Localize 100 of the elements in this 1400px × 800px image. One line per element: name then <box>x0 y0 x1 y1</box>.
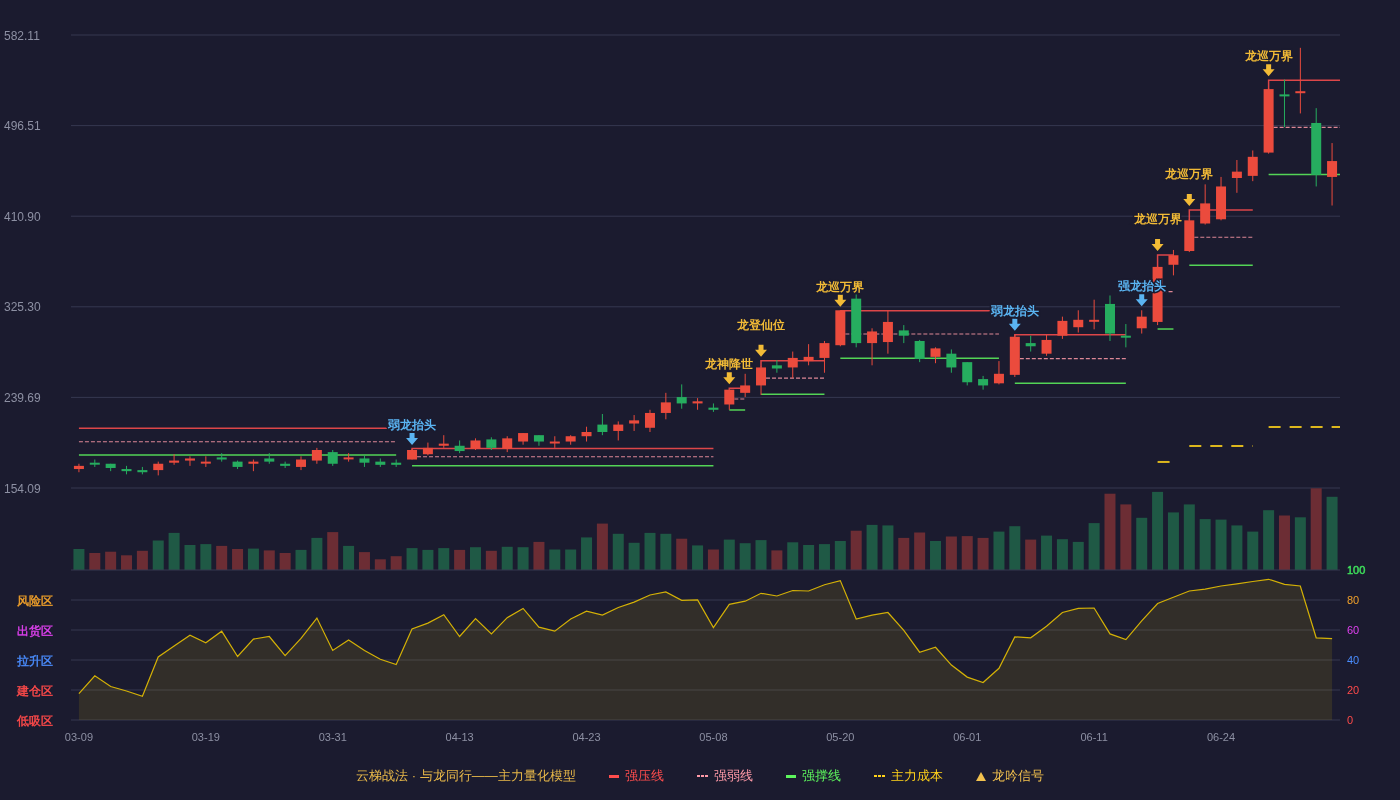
volume-bar <box>168 532 180 570</box>
signal-label: 龙巡万界 <box>1165 166 1214 181</box>
candlestick <box>486 436 497 451</box>
volume-bar <box>1072 541 1084 570</box>
volume-bar <box>1025 539 1037 570</box>
volume-bar <box>247 548 259 570</box>
candlestick <box>73 463 84 473</box>
volume-bar <box>311 537 323 570</box>
candlestick <box>407 448 418 460</box>
weak-line <box>1273 126 1341 128</box>
candlestick <box>787 351 798 379</box>
volume-bar <box>644 532 656 570</box>
candlestick <box>867 327 878 366</box>
support-line <box>1156 328 1175 330</box>
weak-line <box>733 398 746 400</box>
axis-label: 410.90 <box>4 209 41 224</box>
volume-bar <box>676 538 688 570</box>
volume-bar <box>390 556 402 570</box>
candlestick <box>454 439 465 454</box>
candlestick <box>978 375 989 391</box>
candlestick <box>1327 142 1338 206</box>
volume-bar <box>692 545 704 570</box>
axis-label: 582.11 <box>4 28 40 43</box>
candlestick <box>137 466 148 475</box>
candlestick <box>1025 335 1036 353</box>
candlestick <box>756 365 766 396</box>
volume-bar <box>358 552 370 570</box>
axis-label: 80 <box>1347 594 1360 606</box>
candlestick <box>1105 294 1115 342</box>
volume-bar <box>1056 539 1068 570</box>
candlestick <box>391 459 402 468</box>
volume-bar <box>961 536 973 570</box>
legend-label: 强压线 <box>624 767 664 785</box>
volume-bar <box>818 544 830 570</box>
candlestick <box>835 309 846 347</box>
support-line <box>728 409 746 411</box>
zone-label: 建仓区 <box>17 683 53 698</box>
candlestick <box>296 455 306 471</box>
candlestick <box>993 360 1004 385</box>
candlestick <box>914 339 925 363</box>
volume-bar <box>454 549 466 570</box>
volume-bar <box>105 551 117 570</box>
candlestick <box>502 435 513 453</box>
zone-label: 出货区 <box>17 623 53 638</box>
candlestick <box>1295 47 1306 114</box>
resistance-line <box>1156 254 1175 268</box>
volume-bar <box>787 542 799 570</box>
candlestick <box>708 402 719 413</box>
volume-bar <box>343 545 355 570</box>
candlestick <box>1057 316 1068 340</box>
volume-bar <box>406 548 418 570</box>
axis-label: 03-31 <box>318 731 347 743</box>
candlestick <box>819 340 830 374</box>
candlestick <box>438 434 449 449</box>
volume-bar <box>533 541 545 570</box>
volume-bar <box>755 540 767 570</box>
candlestick <box>1216 176 1227 221</box>
volume-bar <box>1279 515 1290 570</box>
candlestick <box>169 453 180 466</box>
volume-bar <box>930 541 941 570</box>
resistance-line <box>760 359 826 369</box>
axis-label: 03-19 <box>191 731 220 743</box>
volume-bar <box>1009 526 1021 570</box>
candlestick <box>1184 218 1195 253</box>
weak-line <box>765 377 826 379</box>
volume-bar <box>628 542 640 570</box>
candlestick <box>803 343 814 366</box>
candlestick <box>1041 334 1052 357</box>
candlestick <box>89 459 100 468</box>
volume-bar <box>834 541 846 570</box>
candlestick <box>851 293 862 348</box>
volume-bar <box>1215 519 1227 570</box>
candlestick <box>327 449 338 467</box>
candlestick <box>232 460 243 470</box>
candlestick <box>1200 183 1211 226</box>
volume-bar <box>295 549 307 570</box>
volume-bar <box>470 547 481 570</box>
volume-bar <box>422 549 434 570</box>
volume-bar <box>914 532 926 570</box>
volume-bar <box>485 550 497 570</box>
volume-bar <box>1247 531 1259 570</box>
candlestick <box>692 397 703 411</box>
volume-bar <box>771 550 783 570</box>
legend-label: 强弱线 <box>713 767 753 785</box>
signal-label: 龙巡万界 <box>1133 211 1182 226</box>
signal-label: 龙神降世 <box>705 357 754 372</box>
volume-bar <box>263 550 275 570</box>
legend-label: 主力成本 <box>890 767 943 785</box>
volume-bar <box>1183 504 1195 570</box>
candlestick <box>565 434 576 446</box>
volume-bar <box>993 531 1005 570</box>
candlestick <box>105 463 116 472</box>
volume-bar <box>438 548 450 570</box>
legend-label: 龙吟信号 <box>991 767 1044 785</box>
cost-line <box>1188 444 1254 447</box>
axis-label: 325.30 <box>4 300 41 315</box>
resistance-line <box>1188 209 1254 222</box>
candlestick <box>549 435 560 449</box>
candlestick <box>1231 159 1242 194</box>
candlestick <box>184 455 195 467</box>
